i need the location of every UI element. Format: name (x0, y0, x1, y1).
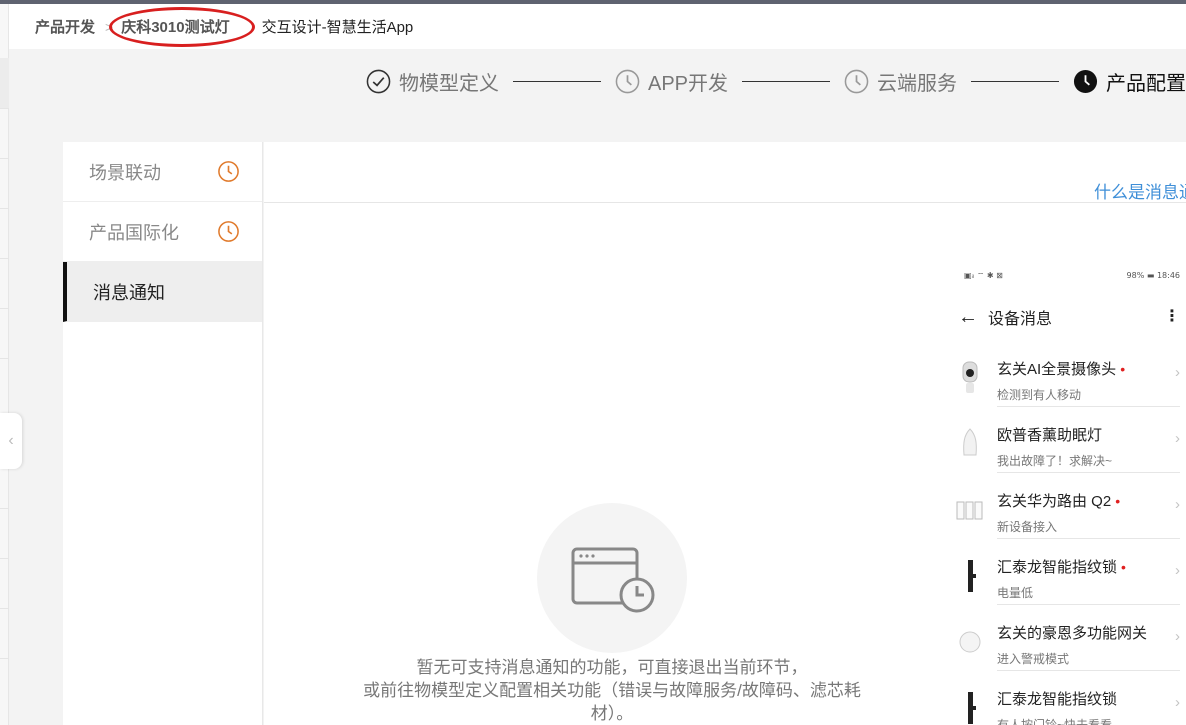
chevron-right-icon: › (1175, 496, 1180, 513)
camera-icon (956, 356, 984, 400)
unread-dot: • (1115, 493, 1121, 509)
breadcrumb-product[interactable]: 庆科3010测试灯 (109, 7, 256, 47)
list-item[interactable]: 汇泰龙智能指纹锁 • 电量低 › (956, 548, 1180, 614)
arrow-left-icon[interactable]: ← (958, 306, 978, 329)
what-is-notification-link[interactable]: 什么是消息通知 (1094, 178, 1186, 203)
status-left-icons: ▣ᵢₗ ⌔ ✱ ⊠ (964, 271, 1003, 280)
chevron-right-icon: › (1175, 562, 1180, 579)
browser-clock-icon (571, 547, 655, 613)
phone-preview: ▣ᵢₗ ⌔ ✱ ⊠ 98% ▬ 18:46 ← 设备消息 ⋮ 玄关AI全景摄像头… (950, 262, 1186, 725)
device-message: 我出故障了！求解决~ (997, 454, 1113, 468)
more-vertical-icon[interactable]: ⋮ (1164, 306, 1180, 326)
chevron-right-icon: › (1175, 628, 1180, 645)
check-circle-icon (366, 69, 391, 93)
clock-icon (218, 221, 239, 242)
sidenav-item-label: 消息通知 (93, 282, 165, 303)
empty-state-message: 暂无可支持消息通知的功能，可直接退出当前环节， 或前往物模型定义配置相关功能（错… (336, 656, 888, 725)
left-rail-highlight (0, 58, 9, 108)
device-name: 汇泰龙智能指纹锁 (997, 691, 1118, 708)
left-rail-divider (0, 208, 9, 209)
step-label: 产品配置 (1106, 72, 1186, 95)
left-rail-divider (0, 358, 9, 359)
breadcrumb: 产品开发 > 庆科3010测试灯 交互设计-智慧生活App (9, 4, 1186, 49)
list-item[interactable]: 汇泰龙智能指纹锁 有人按门铃~快去看看 › (956, 680, 1180, 725)
empty-state-line: 暂无可支持消息通知的功能，可直接退出当前环节， (416, 658, 808, 677)
step-connector (513, 80, 601, 82)
left-rail-divider (0, 608, 9, 609)
step-connector (742, 80, 831, 82)
step-product-config[interactable]: 产品配置 (1073, 67, 1186, 96)
chevron-right-icon: › (1175, 430, 1180, 447)
sidenav-item-label: 场景联动 (89, 162, 161, 183)
left-rail-divider (0, 108, 9, 109)
step-app-development[interactable]: APP开发 (615, 67, 728, 96)
phone-header: ← 设备消息 ⋮ (958, 304, 1180, 330)
empty-state-line: 材）。 (590, 704, 634, 723)
chevron-right-icon: › (1175, 694, 1180, 711)
device-name: 汇泰龙智能指纹锁 (997, 559, 1118, 576)
device-name: 玄关的豪恩多功能网关 (997, 625, 1148, 642)
sidenav-item-label: 产品国际化 (89, 222, 179, 243)
config-sidenav: 场景联动 产品国际化 消息通知 (63, 142, 263, 725)
device-name: 玄关华为路由 Q2 (997, 493, 1112, 510)
device-message: 有人按门铃~快去看看 (997, 718, 1113, 725)
list-item[interactable]: 玄关的豪恩多功能网关 进入警戒模式 › (956, 614, 1180, 680)
phone-status-bar: ▣ᵢₗ ⌔ ✱ ⊠ 98% ▬ 18:46 (964, 271, 1186, 283)
router-icon (956, 488, 984, 532)
unread-dot: • (1120, 361, 1126, 377)
device-name: 欧普香薰助眠灯 (997, 427, 1103, 444)
sidenav-item-internationalization[interactable]: 产品国际化 (63, 202, 262, 262)
list-item[interactable]: 玄关华为路由 Q2 • 新设备接入 › (956, 482, 1180, 548)
breadcrumb-root[interactable]: 产品开发 (35, 16, 95, 37)
device-message: 新设备接入 (997, 520, 1058, 534)
clock-filled-icon (1073, 69, 1098, 93)
left-rail-divider (0, 308, 9, 309)
breadcrumb-current: 交互设计-智慧生活App (261, 19, 414, 36)
unread-dot: • (1121, 559, 1126, 575)
sidenav-item-scene-linkage[interactable]: 场景联动 (63, 142, 262, 202)
device-message: 检测到有人移动 (997, 388, 1082, 402)
device-message: 进入警戒模式 (997, 652, 1070, 666)
chevron-left-icon: ‹ (8, 432, 14, 449)
clock-icon (844, 69, 869, 93)
lock-icon (956, 686, 984, 725)
device-name: 玄关AI全景摄像头 (997, 361, 1117, 378)
progress-steps: 物模型定义 APP开发 云端服务 产品配置 (366, 66, 1186, 96)
chevron-right-icon: › (1175, 364, 1180, 381)
device-message: 电量低 (997, 586, 1034, 600)
step-label: 物模型定义 (399, 72, 499, 95)
sidebar-collapse-toggle[interactable]: ‹ (0, 413, 22, 469)
step-cloud-service[interactable]: 云端服务 (844, 67, 957, 96)
lock-icon (956, 554, 984, 598)
left-rail-divider (0, 258, 9, 259)
lamp-icon (956, 422, 984, 466)
clock-icon (615, 69, 640, 93)
step-connector (971, 80, 1060, 82)
phone-title: 设备消息 (988, 311, 1053, 328)
left-rail-divider (0, 558, 9, 559)
status-right-info: 98% ▬ 18:46 (1126, 271, 1180, 280)
left-rail-divider (0, 658, 9, 659)
list-item[interactable]: 玄关AI全景摄像头 • 检测到有人移动 › (956, 350, 1180, 416)
gateway-icon (956, 620, 984, 664)
empty-state-line: 或前往物模型定义配置相关功能（错误与故障服务/故障码、滤芯耗 (363, 681, 861, 700)
step-label: 云端服务 (877, 72, 958, 95)
device-message-list: 玄关AI全景摄像头 • 检测到有人移动 › 欧普香薰助眠灯 我出故障了！求解决~ … (956, 350, 1180, 725)
clock-icon (218, 161, 239, 182)
content-header: 什么是消息通知 (264, 142, 1186, 203)
left-rail-divider (0, 508, 9, 509)
sidenav-item-message-notification[interactable]: 消息通知 (63, 262, 262, 322)
left-rail (0, 4, 9, 725)
left-rail-divider (0, 158, 9, 159)
list-item[interactable]: 欧普香薰助眠灯 我出故障了！求解决~ › (956, 416, 1180, 482)
step-model-definition[interactable]: 物模型定义 (366, 67, 499, 96)
empty-state-illustration (537, 503, 687, 653)
step-label: APP开发 (648, 72, 729, 95)
